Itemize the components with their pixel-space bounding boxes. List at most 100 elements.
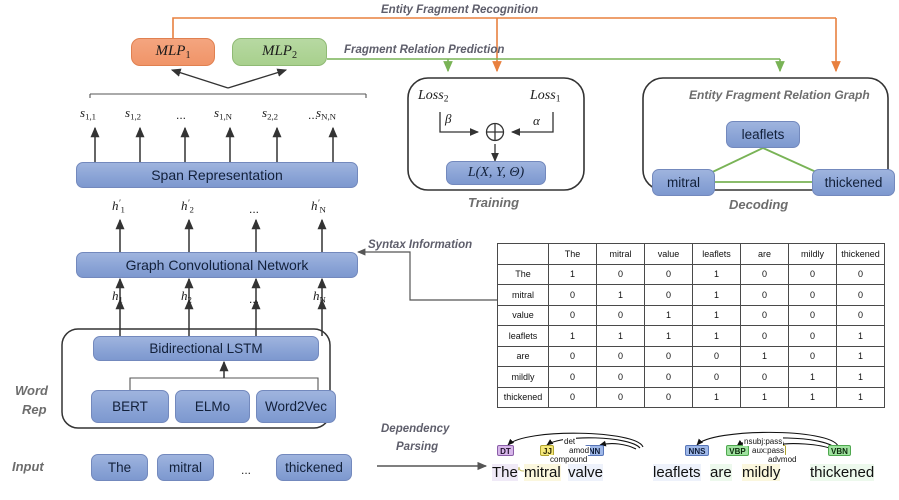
matrix-cell: 0 — [548, 304, 597, 326]
input-token-3[interactable]: thickened — [276, 454, 352, 481]
matrix-cell: 0 — [740, 263, 789, 285]
h-ellipsis: ... — [249, 292, 260, 306]
matrix-cell: 1 — [548, 263, 597, 285]
matrix-cell: 0 — [788, 263, 837, 285]
dep-word-mitral[interactable]: mitral — [524, 464, 561, 481]
arc-label-compound: compound — [549, 455, 589, 464]
label-syntax-information: Syntax Information — [368, 239, 473, 251]
graph-node-thickened[interactable]: thickened — [812, 169, 895, 196]
table-row: The 1 0 0 1 0 0 0 — [497, 263, 885, 285]
h-prime-0: h′1 — [112, 198, 125, 215]
training-label: Training — [468, 195, 520, 210]
matrix-cell: 0 — [596, 366, 645, 388]
input-token-0[interactable]: The — [91, 454, 148, 481]
pos-tag-nns[interactable]: NNS — [685, 445, 709, 456]
span-token-3: s1,N — [214, 105, 233, 122]
matrix-cell: 0 — [836, 284, 885, 306]
graph-node-leaflets-label: leaflets — [741, 127, 785, 142]
table-row: mildly 0 0 0 0 0 1 1 — [497, 366, 885, 388]
matrix-row-header: leaflets — [497, 325, 549, 347]
matrix-cell: 1 — [596, 284, 645, 306]
matrix-row-header: value — [497, 304, 549, 326]
embedding-elmo[interactable]: ELMo — [175, 390, 250, 423]
input-token-ellipsis: ... — [241, 463, 252, 477]
matrix-cell: 1 — [692, 325, 741, 347]
matrix-cell: 1 — [788, 386, 837, 408]
graph-node-leaflets[interactable]: leaflets — [726, 121, 800, 148]
matrix-body: The 1 0 0 1 0 0 0 mitral 0 1 0 1 0 0 0 value 0 0 1 1 0 0 0 leafl… — [497, 263, 885, 408]
loss2-label: Loss2 — [418, 88, 449, 105]
word-rep-label-line1: Word — [15, 383, 48, 398]
matrix-cell: 0 — [596, 345, 645, 367]
matrix-col-header: leaflets — [692, 243, 741, 265]
matrix-col-header: The — [548, 243, 597, 265]
matrix-col-header: are — [740, 243, 789, 265]
matrix-cell: 0 — [644, 263, 693, 285]
matrix-cell: 0 — [836, 304, 885, 326]
span-representation-layer[interactable]: Span Representation — [76, 162, 358, 188]
matrix-cell: 0 — [596, 263, 645, 285]
dep-word-thickened[interactable]: thickened — [810, 464, 875, 481]
graph-node-mitral-label: mitral — [667, 175, 700, 190]
arc-label-amod: amod — [568, 446, 591, 455]
bidirectional-lstm-layer[interactable]: Bidirectional LSTM — [93, 336, 319, 361]
mlp2-box[interactable]: MLP2 — [232, 38, 327, 66]
embedding-bert[interactable]: BERT — [91, 390, 169, 423]
matrix-cell: 0 — [788, 284, 837, 306]
dependency-parse: det amod compound nsubj:pass aux:pass ad… — [490, 420, 899, 500]
loss-objective-box[interactable]: L(X, Y, Θ) — [446, 161, 546, 185]
matrix-cell: 0 — [740, 284, 789, 306]
graph-node-mitral[interactable]: mitral — [652, 169, 715, 196]
matrix-cell: 1 — [836, 325, 885, 347]
dep-word-are[interactable]: are — [710, 464, 732, 481]
matrix-col-header: mildly — [788, 243, 837, 265]
matrix-cell: 1 — [836, 386, 885, 408]
loss1-label: Loss1 — [530, 88, 561, 105]
matrix-cell: 0 — [740, 366, 789, 388]
input-token-1[interactable]: mitral — [157, 454, 214, 481]
matrix-cell: 0 — [692, 345, 741, 367]
matrix-cell: 0 — [644, 284, 693, 306]
matrix-cell: 1 — [692, 304, 741, 326]
dep-word-leaflets[interactable]: leaflets — [653, 464, 701, 481]
dep-word-mildly[interactable]: mildly — [742, 464, 781, 481]
table-row: value 0 0 1 1 0 0 0 — [497, 304, 885, 326]
matrix-row-header: mildly — [497, 366, 549, 388]
embedding-word2vec[interactable]: Word2Vec — [256, 390, 336, 423]
matrix-cell: 0 — [548, 284, 597, 306]
syntactic-adjacency-matrix: The mitral value leaflets are mildly thi… — [497, 243, 885, 408]
matrix-cell: 1 — [692, 386, 741, 408]
dep-word-the[interactable]: The — [492, 464, 518, 481]
matrix-cell: 1 — [740, 345, 789, 367]
matrix-cell: 0 — [596, 386, 645, 408]
mlp2-label: MLP2 — [261, 43, 298, 61]
h-1: h2 — [181, 288, 192, 305]
table-row: leaflets 1 1 1 1 0 0 1 — [497, 325, 885, 347]
matrix-row-header: The — [497, 263, 549, 285]
matrix-cell: 1 — [548, 325, 597, 347]
h-3: hN — [313, 288, 326, 305]
pos-tag-vbp[interactable]: VBP — [726, 445, 749, 456]
matrix-cell: 0 — [788, 304, 837, 326]
matrix-row-header: mitral — [497, 284, 549, 306]
matrix-cell: 1 — [692, 263, 741, 285]
loss-objective-label: L(X, Y, Θ) — [467, 165, 525, 180]
matrix-cell: 0 — [788, 345, 837, 367]
matrix-cell: 0 — [836, 263, 885, 285]
h-0: h1 — [112, 288, 123, 305]
span-token-6: sN,N — [316, 105, 337, 122]
dep-word-valve[interactable]: valve — [568, 464, 604, 481]
span-token-1: s1,2 — [125, 105, 142, 122]
matrix-cell: 1 — [644, 304, 693, 326]
pos-tag-dt[interactable]: DT — [497, 445, 514, 456]
matrix-cell: 0 — [644, 366, 693, 388]
matrix-cell: 0 — [788, 325, 837, 347]
arc-label-advmod: advmod — [767, 455, 798, 464]
gcn-label: Graph Convolutional Network — [125, 257, 309, 273]
embedding-elmo-label: ELMo — [194, 399, 231, 414]
mlp1-box[interactable]: MLP1 — [131, 38, 215, 66]
beta-label: β — [445, 111, 452, 126]
h-prime-ellipsis: ... — [249, 202, 260, 216]
pos-tag-vbn[interactable]: VBN — [828, 445, 851, 456]
graph-convolutional-network-layer[interactable]: Graph Convolutional Network — [76, 252, 358, 278]
